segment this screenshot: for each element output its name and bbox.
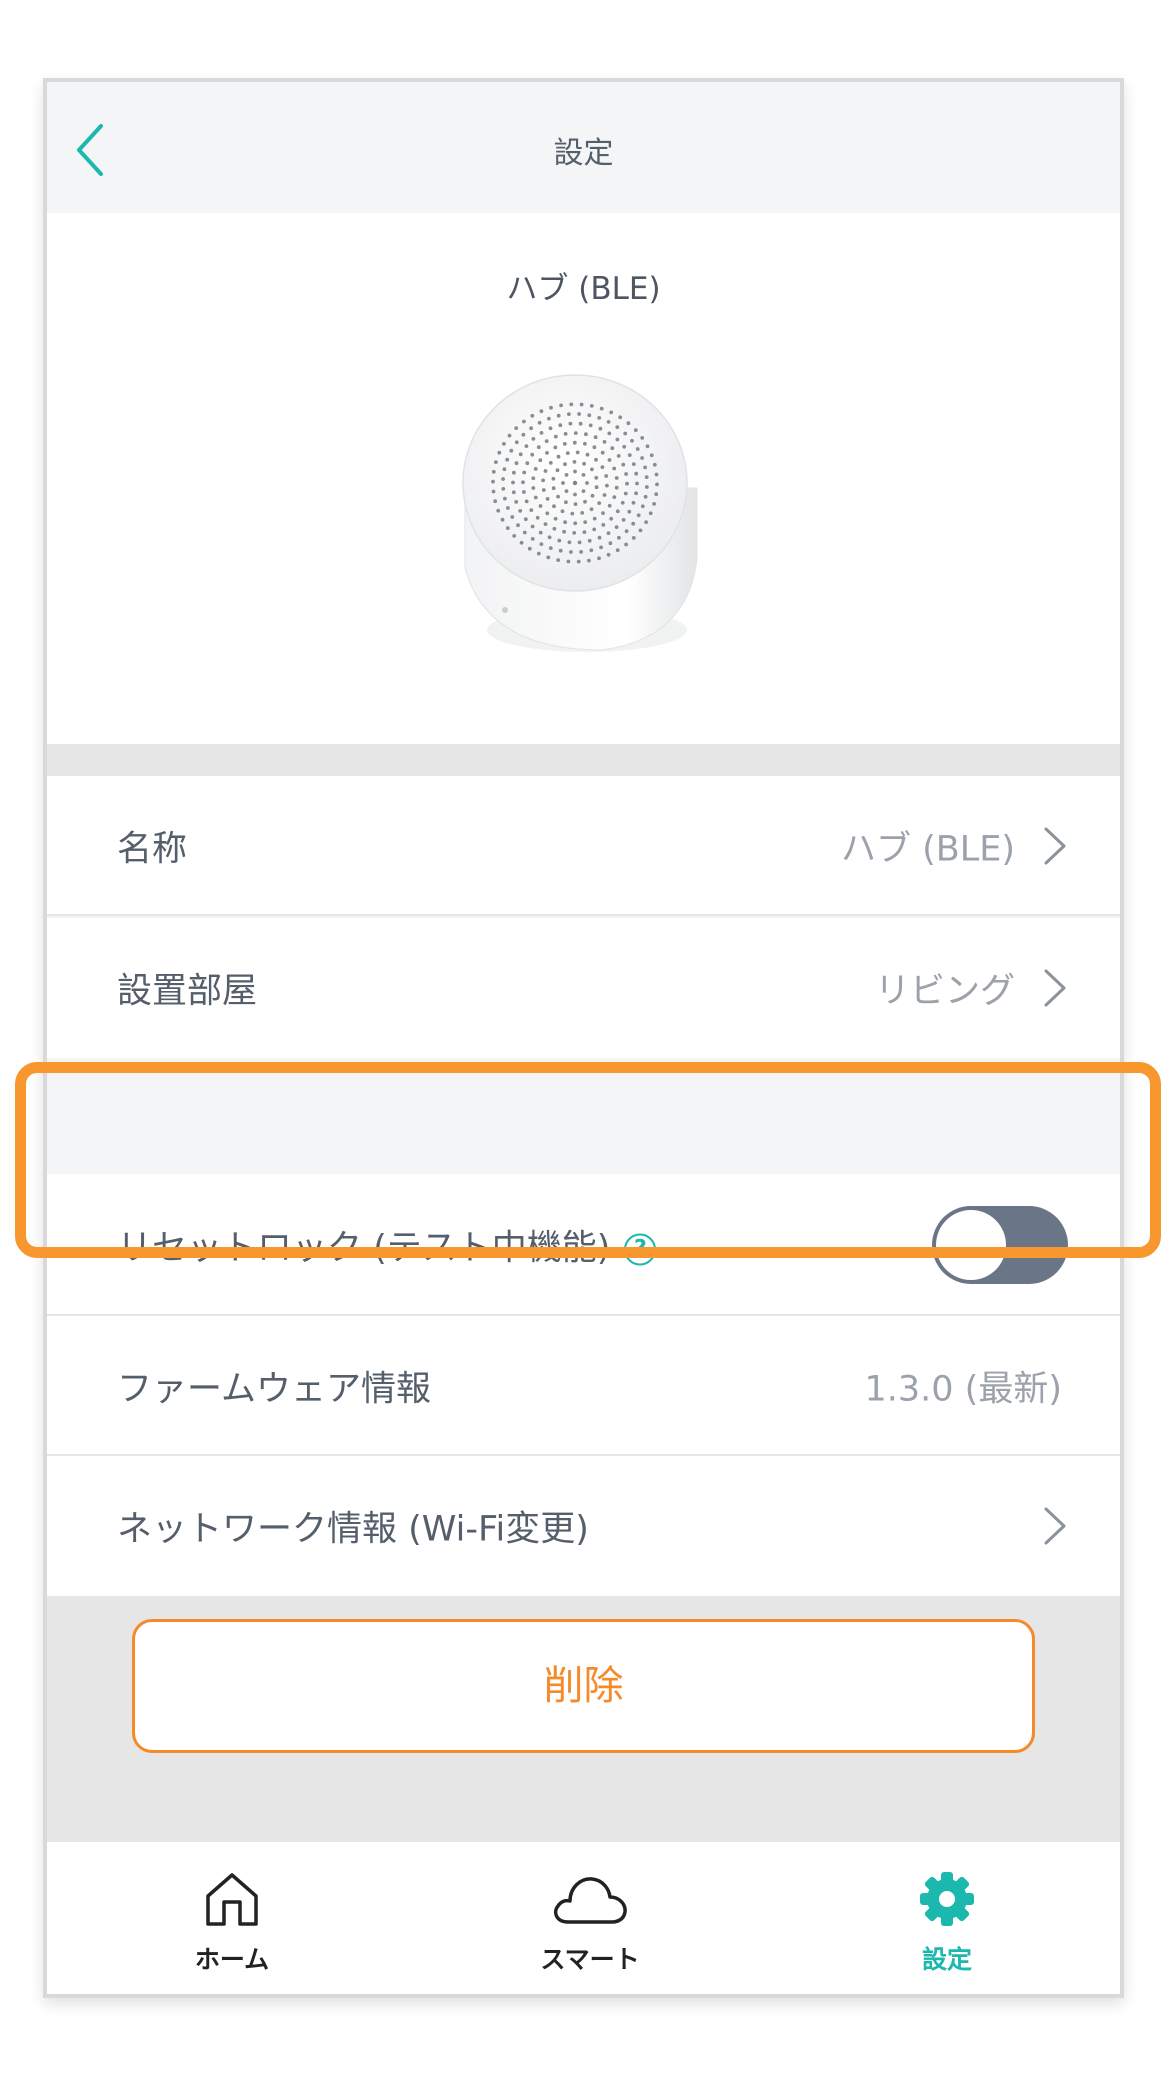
tab-settings[interactable]: 設定 <box>847 1842 1047 1994</box>
home-icon <box>206 1873 258 1926</box>
tab-smart-label: スマート <box>540 1945 640 1974</box>
delete-button[interactable]: 削除 <box>132 1619 1035 1753</box>
cloud-icon <box>554 1877 627 1924</box>
tab-smart[interactable]: スマート <box>490 1842 690 1994</box>
network-row[interactable]: ネットワーク情報 (Wi-Fi変更) <box>47 1456 1120 1596</box>
section-gap <box>47 744 1120 776</box>
name-row[interactable]: 名称 ハブ (BLE) <box>47 776 1120 916</box>
app-screen: 設定 ハブ (BLE) 名称 ハブ (BLE) 設置部屋 リビング リセットロッ… <box>43 78 1124 1998</box>
firmware-row: ファームウェア情報 1.3.0 (最新) <box>47 1316 1120 1456</box>
name-value: ハブ (BLE) <box>840 829 1015 870</box>
hub-device-image <box>462 374 698 652</box>
page-title: 設定 <box>553 136 614 171</box>
toggle-knob <box>936 1210 1006 1280</box>
reset-lock-label-wrap: リセットロック (テスト中機能)? <box>117 1220 657 1271</box>
room-label: 設置部屋 <box>117 971 258 1012</box>
tab-settings-label: 設定 <box>921 1945 972 1974</box>
tab-home-label: ホーム <box>194 1945 270 1974</box>
gear-icon <box>920 1872 974 1926</box>
reset-lock-row: リセットロック (テスト中機能)? <box>47 1174 1120 1316</box>
reset-lock-toggle[interactable] <box>932 1206 1068 1284</box>
room-row[interactable]: 設置部屋 リビング <box>47 918 1120 1058</box>
tab-home[interactable]: ホーム <box>132 1842 332 1994</box>
chevron-right-icon <box>1044 827 1066 865</box>
row-gap <box>47 1058 1120 1174</box>
room-value: リビング <box>874 971 1015 1012</box>
device-name: ハブ (BLE) <box>506 271 661 307</box>
firmware-value: 1.3.0 (最新) <box>864 1369 1063 1410</box>
reset-lock-label: リセットロック (テスト中機能) <box>117 1228 611 1269</box>
tab-bar: ホーム スマート 設定 <box>47 1842 1120 1994</box>
chevron-right-icon <box>1044 1507 1066 1545</box>
nav-header: 設定 <box>47 82 1120 213</box>
network-label: ネットワーク情報 (Wi-Fi変更) <box>117 1509 589 1550</box>
name-label: 名称 <box>117 829 188 870</box>
firmware-label: ファームウェア情報 <box>117 1369 431 1410</box>
device-panel: ハブ (BLE) <box>47 213 1120 744</box>
help-icon[interactable]: ? <box>624 1233 657 1266</box>
chevron-right-icon <box>1044 969 1066 1007</box>
